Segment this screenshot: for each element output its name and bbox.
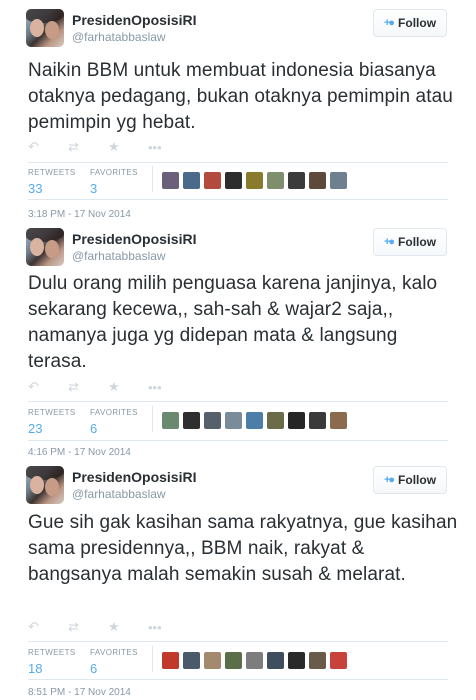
favoriter-avatar[interactable] [267, 412, 284, 429]
favoriter-avatar[interactable] [330, 172, 347, 189]
divider [28, 401, 448, 402]
favorite-stat[interactable]: FAVORITES 6 [90, 408, 138, 436]
favoriter-avatar[interactable] [183, 172, 200, 189]
person-plus-icon: +● [383, 236, 395, 248]
favoriter-avatar[interactable] [225, 172, 242, 189]
more-icon[interactable]: ••• [148, 380, 188, 395]
favorite-count: 6 [90, 421, 98, 436]
timestamp[interactable]: 8:51 PM - 17 Nov 2014 [28, 687, 131, 698]
favoriter-avatar[interactable] [288, 412, 305, 429]
favoriter-avatars [162, 652, 347, 669]
favoriter-avatar[interactable] [246, 412, 263, 429]
favorites-label: FAVORITES [90, 648, 138, 657]
follow-label: Follow [398, 16, 437, 30]
retweets-label: RETWEETS [28, 408, 76, 417]
avatar[interactable] [26, 466, 64, 504]
tweet-3: PresidenOposisiRI @farhatabbaslaw +● Fol… [0, 457, 476, 698]
tweet-text: Naikin BBM untuk membuat indonesia biasa… [28, 60, 453, 133]
tweet-2: PresidenOposisiRI @farhatabbaslaw +● Fol… [0, 219, 476, 458]
star-icon[interactable]: ★ [108, 619, 148, 635]
favoriter-avatar[interactable] [267, 172, 284, 189]
vertical-divider [152, 166, 153, 192]
vertical-divider [152, 646, 153, 672]
favoriter-avatar[interactable] [183, 412, 200, 429]
retweet-count: 23 [28, 421, 43, 436]
favoriter-avatar[interactable] [225, 412, 242, 429]
retweets-label: RETWEETS [28, 168, 76, 177]
more-icon[interactable]: ••• [148, 620, 188, 635]
retweet-stat[interactable]: RETWEETS 33 [28, 168, 76, 196]
favoriter-avatar[interactable] [330, 652, 347, 669]
retweet-count: 18 [28, 661, 43, 676]
user-name[interactable]: PresidenOposisiRI [72, 469, 196, 485]
favorites-label: FAVORITES [90, 168, 138, 177]
divider [28, 440, 448, 441]
favoriter-avatars [162, 412, 347, 429]
retweet-count: 33 [28, 181, 43, 196]
favoriter-avatar[interactable] [204, 652, 221, 669]
favoriter-avatar[interactable] [162, 412, 179, 429]
retweet-icon[interactable]: ⇄ [68, 139, 108, 155]
retweet-stat[interactable]: RETWEETS 18 [28, 648, 76, 676]
user-handle[interactable]: @farhatabbaslaw [72, 487, 166, 501]
favoriter-avatars [162, 172, 347, 189]
favoriter-avatar[interactable] [204, 172, 221, 189]
retweets-label: RETWEETS [28, 648, 76, 657]
person-plus-icon: +● [383, 474, 395, 486]
favoriter-avatar[interactable] [162, 172, 179, 189]
favoriter-avatar[interactable] [183, 652, 200, 669]
favoriter-avatar[interactable] [288, 172, 305, 189]
divider [28, 679, 448, 680]
favoriter-avatar[interactable] [309, 412, 326, 429]
star-icon[interactable]: ★ [108, 379, 148, 395]
reply-icon[interactable]: ↶ [28, 139, 68, 155]
tweet-actions: ↶ ⇄ ★ ••• [28, 379, 248, 395]
avatar[interactable] [26, 228, 64, 266]
follow-button[interactable]: +● Follow [373, 466, 447, 494]
person-plus-icon: +● [383, 17, 395, 29]
tweet-actions: ↶ ⇄ ★ ••• [28, 619, 248, 635]
tweet-1: PresidenOposisiRI @farhatabbaslaw +● Fol… [0, 0, 476, 232]
user-handle[interactable]: @farhatabbaslaw [72, 249, 166, 263]
retweet-icon[interactable]: ⇄ [68, 619, 108, 635]
avatar[interactable] [26, 9, 64, 47]
user-name[interactable]: PresidenOposisiRI [72, 231, 196, 247]
favorite-count: 3 [90, 181, 98, 196]
follow-button[interactable]: +● Follow [373, 9, 447, 37]
favoriter-avatar[interactable] [288, 652, 305, 669]
retweet-stat[interactable]: RETWEETS 23 [28, 408, 76, 436]
user-handle[interactable]: @farhatabbaslaw [72, 30, 166, 44]
favorite-stat[interactable]: FAVORITES 6 [90, 648, 138, 676]
favoriter-avatar[interactable] [309, 172, 326, 189]
tweet-text: Dulu orang milih penguasa karena janjiny… [28, 273, 438, 372]
vertical-divider [152, 406, 153, 432]
favoriter-avatar[interactable] [246, 652, 263, 669]
divider [28, 199, 448, 200]
favoriter-avatar[interactable] [309, 652, 326, 669]
favoriter-avatar[interactable] [246, 172, 263, 189]
reply-icon[interactable]: ↶ [28, 619, 68, 635]
reply-icon[interactable]: ↶ [28, 379, 68, 395]
favoriter-avatar[interactable] [330, 412, 347, 429]
user-name[interactable]: PresidenOposisiRI [72, 12, 196, 28]
more-icon[interactable]: ••• [148, 140, 188, 155]
divider [28, 162, 448, 163]
favoriter-avatar[interactable] [267, 652, 284, 669]
favorite-count: 6 [90, 661, 98, 676]
retweet-icon[interactable]: ⇄ [68, 379, 108, 395]
favoriter-avatar[interactable] [204, 412, 221, 429]
favorites-label: FAVORITES [90, 408, 138, 417]
follow-button[interactable]: +● Follow [373, 228, 447, 256]
follow-label: Follow [398, 473, 437, 487]
follow-label: Follow [398, 235, 437, 249]
star-icon[interactable]: ★ [108, 139, 148, 155]
tweet-actions: ↶ ⇄ ★ ••• [28, 139, 248, 155]
divider [28, 641, 448, 642]
favorite-stat[interactable]: FAVORITES 3 [90, 168, 138, 196]
favoriter-avatar[interactable] [162, 652, 179, 669]
favoriter-avatar[interactable] [225, 652, 242, 669]
tweet-text: Gue sih gak kasihan sama rakyatnya, gue … [28, 512, 458, 585]
